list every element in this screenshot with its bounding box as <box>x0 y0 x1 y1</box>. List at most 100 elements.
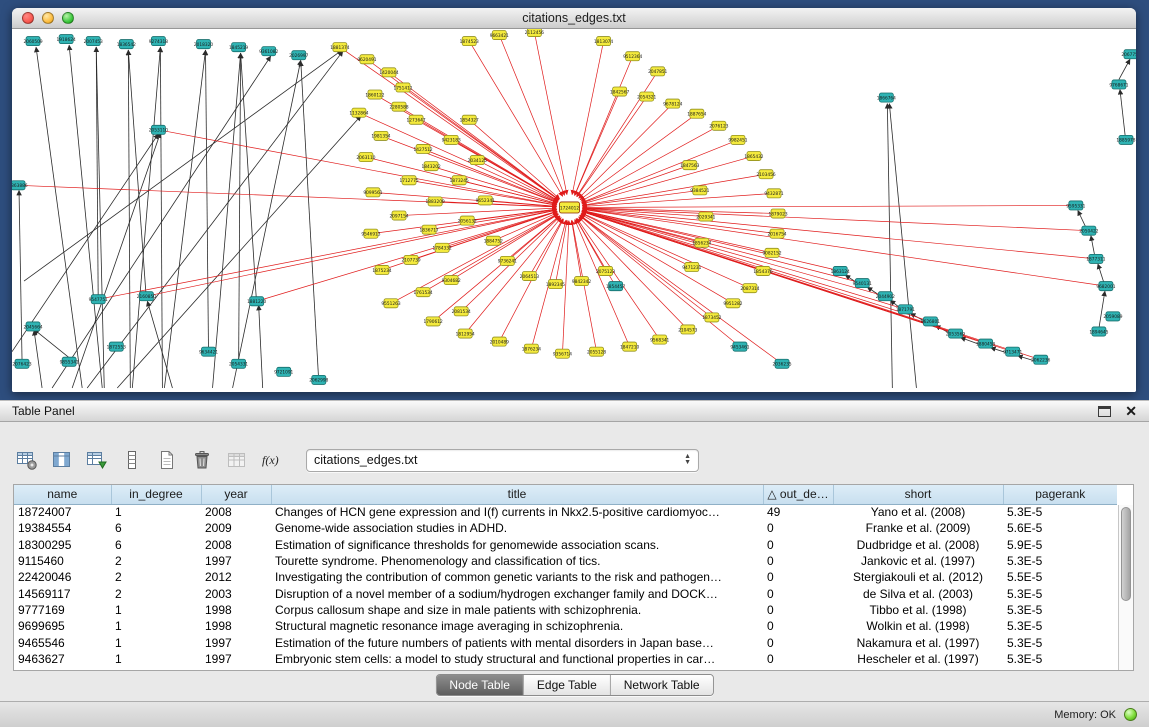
cell-in_degree: 1 <box>111 651 201 667</box>
graph-node-label: 1887654 <box>687 112 706 118</box>
cell-pagerank: 5.3E-5 <box>1003 651 1117 667</box>
cell-title: Estimation of the future numbers of pati… <box>271 634 763 650</box>
graph-hub-label: 1724012 <box>560 205 579 211</box>
float-panel-icon[interactable] <box>1098 406 1111 417</box>
cell-short: Yano et al. (2008) <box>833 504 1003 520</box>
graph-node-label: 9423183 <box>442 138 461 144</box>
graph-node-label: 9546913 <box>361 231 380 237</box>
graph-node-label: 2026997 <box>289 53 308 59</box>
cell-in_degree: 1 <box>111 504 201 520</box>
network-window: citations_edges.txt 18813749620491142004… <box>12 8 1136 392</box>
graph-node-label: 9842342 <box>572 279 591 285</box>
graph-node-label: 2064513 <box>520 274 539 280</box>
table-row[interactable]: 1872400712008Changes of HCN gene express… <box>14 504 1117 520</box>
table-row[interactable]: 969969511998Structural magnetic resonanc… <box>14 618 1117 634</box>
function-builder-button[interactable]: f(x) <box>259 448 285 472</box>
delete-table-button[interactable] <box>189 448 215 472</box>
cell-title: Investigating the contribution of common… <box>271 569 763 585</box>
column-settings-button[interactable] <box>14 448 40 472</box>
graph-node-label: 2047851 <box>648 69 667 75</box>
graph-node-label: 9274318 <box>149 39 168 45</box>
row-options-button[interactable] <box>119 448 145 472</box>
cell-name: 9777169 <box>14 602 111 618</box>
tab-node-table[interactable]: Node Table <box>436 675 524 695</box>
import-table-button[interactable] <box>224 448 250 472</box>
minimize-window-button[interactable] <box>42 12 54 24</box>
table-header-row: namein_degreeyeartitle△ out_de…shortpage… <box>14 485 1117 504</box>
table-scrollbar[interactable] <box>1118 505 1133 670</box>
cell-short: Jankovic et al. (1997) <box>833 553 1003 569</box>
graph-node-label: 1842567 <box>610 89 629 95</box>
column-header-out_degree[interactable]: △ out_de… <box>763 485 833 504</box>
zoom-window-button[interactable] <box>62 12 74 24</box>
graph-node-label: 1874523 <box>460 39 479 45</box>
cell-out_degree: 0 <box>763 520 833 536</box>
cell-pagerank: 5.3E-5 <box>1003 504 1117 520</box>
graph-node-label: 9540131 <box>853 281 872 287</box>
graph-node-label: 2045664 <box>23 324 42 330</box>
dropdown-stepper-icon: ▲▼ <box>684 454 691 466</box>
tab-edge-table[interactable]: Edge Table <box>524 675 611 695</box>
cell-year: 1997 <box>201 651 271 667</box>
graph-node-label: 1854376 <box>753 269 772 275</box>
node-table: namein_degreeyeartitle△ out_de…shortpage… <box>14 485 1117 667</box>
graph-node-label: 9547751 <box>89 297 108 303</box>
graph-node-label: 9951282 <box>723 301 742 307</box>
close-panel-icon[interactable]: ✕ <box>1125 404 1137 418</box>
cell-pagerank: 5.5E-5 <box>1003 569 1117 585</box>
scrollbar-thumb[interactable] <box>1121 507 1131 601</box>
table-row[interactable]: 2242004622012Investigating the contribut… <box>14 569 1117 585</box>
table-body: 1872400712008Changes of HCN gene express… <box>14 504 1117 667</box>
network-canvas[interactable]: 1881374962049114200441751411186012222805… <box>12 29 1136 392</box>
cell-pagerank: 5.3E-5 <box>1003 634 1117 650</box>
graph-node-label: 1854457 <box>606 284 625 290</box>
cell-year: 1997 <box>201 634 271 650</box>
table-source-dropdown[interactable]: citations_edges.txt ▲▼ <box>306 449 699 472</box>
graph-node-label: 2053569 <box>946 331 965 337</box>
tab-network-table[interactable]: Network Table <box>611 675 713 695</box>
new-table-button[interactable] <box>154 448 180 472</box>
network-window-titlebar[interactable]: citations_edges.txt <box>12 8 1136 29</box>
table-row[interactable]: 946362711997Embryonic stem cells: a mode… <box>14 651 1117 667</box>
table-row[interactable]: 1938455462009Genome-wide association stu… <box>14 520 1117 536</box>
graph-node-label: 9634421 <box>199 349 218 355</box>
cell-in_degree: 2 <box>111 585 201 601</box>
table-row[interactable]: 946554611997Estimation of the future num… <box>14 634 1117 650</box>
cell-title: Corpus callosum shape and size in male p… <box>271 602 763 618</box>
graph-node-label: 2081534 <box>452 309 471 315</box>
cell-year: 2008 <box>201 537 271 553</box>
cell-title: Tourette syndrome. Phenomenology and cla… <box>271 553 763 569</box>
column-header-title[interactable]: title <box>271 485 763 504</box>
graph-node-label: 2029341 <box>696 214 715 220</box>
graph-node-label: 1875234 <box>372 268 391 274</box>
attribute-table: namein_degreeyeartitle△ out_de…shortpage… <box>13 484 1134 671</box>
table-row[interactable]: 1830029562008Estimation of significance … <box>14 537 1117 553</box>
graph-node-label: 9512364 <box>623 54 642 60</box>
cell-in_degree: 1 <box>111 618 201 634</box>
column-header-pagerank[interactable]: pagerank <box>1003 485 1117 504</box>
column-header-year[interactable]: year <box>201 485 271 504</box>
network-graph[interactable]: 1881374962049114200441751411186012222805… <box>12 29 1136 392</box>
cell-name: 22420046 <box>14 569 111 585</box>
graph-node-label: 9356714 <box>553 351 572 357</box>
graph-node-label: 1877311 <box>1086 257 1105 263</box>
column-header-in_degree[interactable]: in_degree <box>111 485 201 504</box>
cell-out_degree: 0 <box>763 602 833 618</box>
graph-node-label: 1863124 <box>831 269 850 275</box>
column-header-name[interactable]: name <box>14 485 111 504</box>
graph-node-label: 9768671 <box>1109 82 1128 88</box>
table-row[interactable]: 911546021997Tourette syndrome. Phenomeno… <box>14 553 1117 569</box>
table-row[interactable]: 977716911998Corpus callosum shape and si… <box>14 602 1117 618</box>
show-columns-button[interactable] <box>49 448 75 472</box>
graph-node-label: 2067756 <box>1121 52 1136 58</box>
graph-node-label: 1856234 <box>692 241 711 247</box>
cell-title: Disruption of a novel member of a sodium… <box>271 585 763 601</box>
memory-status-label: Memory: OK <box>1054 709 1116 721</box>
graph-node-label: 1836717 <box>420 227 439 233</box>
cell-out_degree: 0 <box>763 651 833 667</box>
edit-columns-button[interactable] <box>84 448 110 472</box>
cell-year: 2003 <box>201 585 271 601</box>
table-row[interactable]: 1456911722003Disruption of a novel membe… <box>14 585 1117 601</box>
close-window-button[interactable] <box>22 12 34 24</box>
column-header-short[interactable]: short <box>833 485 1003 504</box>
